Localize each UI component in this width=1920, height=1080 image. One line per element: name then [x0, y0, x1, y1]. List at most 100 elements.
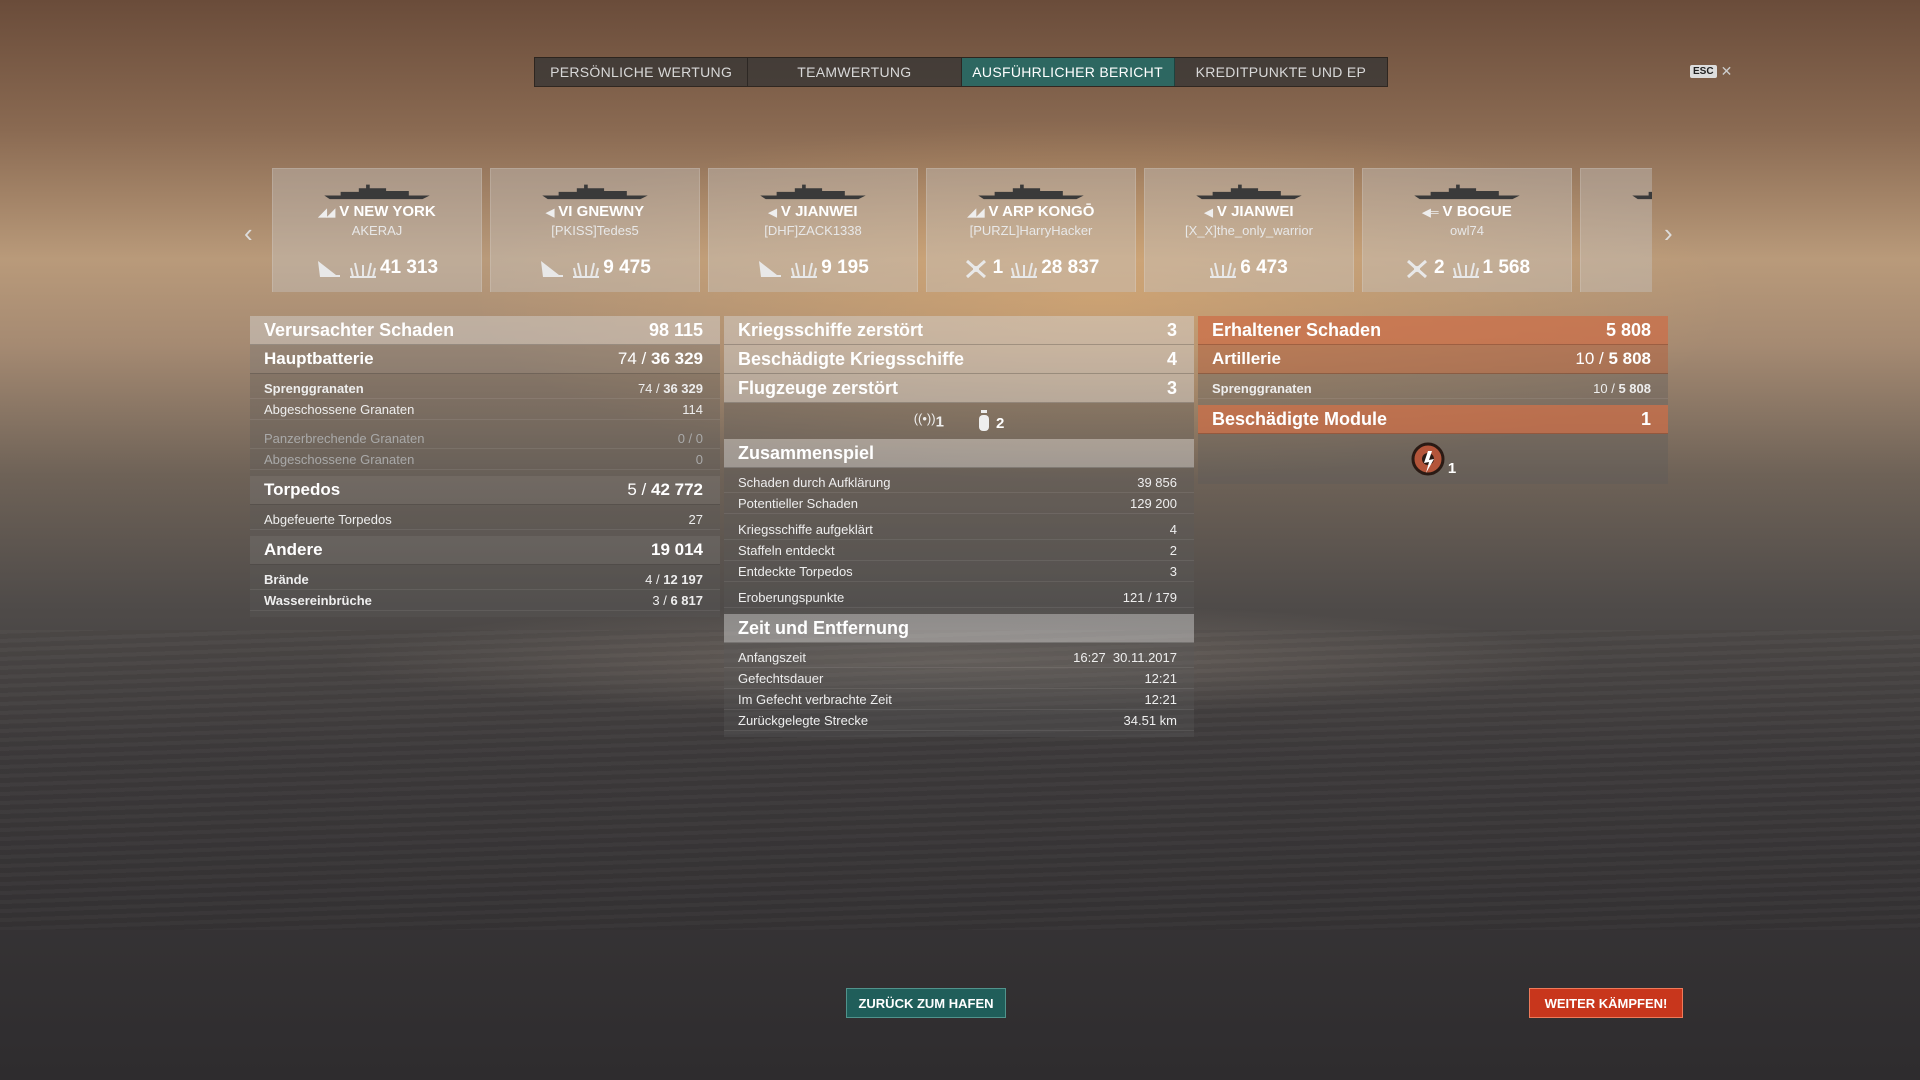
- destroyer-icon: ◀: [545, 207, 555, 219]
- ship-card[interactable]: ◢◢ V NEW YORK AKERAJ 41 313: [272, 168, 482, 292]
- ship-card[interactable]: ◀═ V BOGUE owl74 2 1 568: [1362, 168, 1572, 292]
- main-battery-row: Hauptbatterie 74 / 36 329: [250, 345, 720, 374]
- bomb-icon: 2: [978, 410, 1004, 432]
- esc-close-button[interactable]: ESC ✕: [1690, 63, 1732, 80]
- ships-spotted-row: Kriegsschiffe aufgeklärt 4: [724, 519, 1194, 540]
- ship-title: NEW YORK: [353, 203, 436, 220]
- destroyer-icon: ◀: [1204, 207, 1213, 219]
- start-time-row: Anfangszeit 16:27 30.11.2017: [724, 647, 1194, 668]
- next-arrow-icon[interactable]: ›: [1664, 218, 1673, 249]
- damage-dealt-value: 98 115: [648, 319, 703, 340]
- main-battery-label: Hauptbatterie: [264, 349, 374, 368]
- squadrons-spotted-row: Staffeln entdeckt 2: [724, 540, 1194, 561]
- destroyer-icon: ◀: [768, 207, 777, 219]
- teamplay-header: Zusammenspiel: [724, 439, 1194, 468]
- damage-dealt-header: Verursachter Schaden 98 115: [250, 316, 720, 345]
- ships-destroyed-row: Kriegsschiffe zerstört 3: [724, 316, 1194, 345]
- damage-received-label: Erhaltener Schaden: [1212, 319, 1382, 340]
- fires-row: Brände 4 / 12 197: [250, 569, 720, 590]
- damaged-modules-header: Beschädigte Module 1: [1198, 405, 1668, 434]
- ships-damaged-row: Beschädigte Kriegsschiffe 4: [724, 345, 1194, 374]
- received-he-row: Sprenggranaten 10 / 5 808: [1198, 378, 1668, 399]
- tab-team-score[interactable]: TEAMWERTUNG: [748, 58, 962, 86]
- ship-title: ARP KONGŌ: [1002, 203, 1095, 220]
- ships-destroyed-value: 3: [1166, 319, 1177, 340]
- torpedo-hit-icon: [317, 261, 340, 277]
- ship-name: ◀═ V BOGUE: [1363, 203, 1571, 220]
- player-name: [DHF]ZACK1338: [764, 223, 862, 238]
- ship-stats: 9 475: [491, 257, 699, 279]
- ship-title: JIANWEI: [1231, 203, 1294, 220]
- player-name: [I: [1581, 223, 1652, 238]
- ships-damaged-value: 4: [1166, 348, 1177, 369]
- time-distance-details: Anfangszeit 16:27 30.11.2017 Gefechtsdaue…: [724, 643, 1194, 737]
- main-battery-details: Sprenggranaten 74 / 36 329 Abgeschossene …: [250, 374, 720, 476]
- ship-tier: V: [339, 203, 350, 220]
- ship-tier: V: [988, 203, 999, 220]
- player-name: [PURZL]HarryHacker: [969, 223, 1093, 238]
- time-distance-header: Zeit und Entfernung: [724, 614, 1194, 643]
- ship-silhouette-icon: [324, 184, 430, 200]
- ap-shells-row: Panzerbrechende Granaten 0 / 0: [250, 428, 720, 449]
- ship-name: ◀: [1581, 203, 1652, 220]
- ship-tier: V: [1442, 203, 1453, 220]
- ship-card[interactable]: ◀ VI GNEWNY [PKISS]Tedes5 9 475: [490, 168, 700, 292]
- damage-value: 41 313: [379, 257, 439, 278]
- damage-icon: [791, 262, 818, 279]
- floods-row: Wassereinbrüche 3 / 6 817: [250, 590, 720, 611]
- battle-duration-row: Gefechtsdauer 12:21: [724, 668, 1194, 689]
- artillery-label: Artillerie: [1212, 349, 1281, 368]
- ship-card[interactable]: ◀ [I: [1580, 168, 1652, 292]
- spotting-damage-row: Schaden durch Aufklärung 39 856: [724, 472, 1194, 493]
- torpedo-hit-icon: [541, 261, 564, 277]
- tab-credits-xp[interactable]: KREDITPUNKTE UND EP: [1174, 58, 1387, 86]
- ship-name: ◀ V JIANWEI: [1145, 203, 1353, 220]
- engine-module-icon: 1: [1410, 441, 1456, 477]
- damage-value: 9 195: [821, 257, 869, 278]
- he-fired-row: Abgeschossene Granaten 114: [250, 399, 720, 420]
- distance-row: Zurückgelegte Strecke 34.51 km: [724, 710, 1194, 731]
- tab-detailed-report[interactable]: AUSFÜHRLICHER BERICHT: [961, 58, 1175, 86]
- ship-silhouette-icon: [1414, 184, 1520, 200]
- artillery-row: Artillerie 10 / 5 808: [1198, 345, 1668, 374]
- player-name: [PKISS]Tedes5: [551, 223, 639, 238]
- tab-personal-score[interactable]: PERSÖNLICHE WERTUNG: [535, 58, 749, 86]
- ship-tier: VI: [558, 203, 573, 220]
- ship-silhouette-icon: [978, 184, 1084, 200]
- back-to-port-button[interactable]: ZURÜCK ZUM HAFEN: [846, 988, 1006, 1018]
- close-icon: ✕: [1720, 63, 1733, 79]
- ship-tier: V: [780, 203, 791, 220]
- fighter-radio-icon: ((•))1: [913, 411, 944, 431]
- artillery-value: 10 / 5 808: [1575, 349, 1651, 368]
- damage-value: 28 837: [1041, 257, 1100, 278]
- ap-fired-row: Abgeschossene Granaten 0: [250, 449, 720, 470]
- teamplay-details: Schaden durch Aufklärung 39 856 Potentiel…: [724, 468, 1194, 614]
- ship-title: JIANWEI: [795, 203, 858, 220]
- damage-received-header: Erhaltener Schaden 5 808: [1198, 316, 1668, 345]
- torpedos-fired-row: Abgefeuerte Torpedos 27: [250, 509, 720, 530]
- ship-tier: V: [1216, 203, 1227, 220]
- other-value: 19 014: [651, 540, 703, 559]
- module-icons: 1: [1198, 434, 1668, 484]
- ship-stats: 41 313: [273, 257, 481, 279]
- he-shells-row: Sprenggranaten 74 / 36 329: [250, 378, 720, 399]
- time-in-battle-row: Im Gefecht verbrachte Zeit 12:21: [724, 689, 1194, 710]
- carrier-icon: ◀═: [1422, 207, 1439, 219]
- ships-damaged-label: Beschädigte Kriegsschiffe: [738, 348, 965, 369]
- ship-stats: 2 1 568: [1363, 257, 1571, 279]
- prev-arrow-icon[interactable]: ‹: [244, 218, 253, 249]
- damage-value: 9 475: [603, 257, 651, 278]
- other-label: Andere: [264, 540, 323, 559]
- kills-panel: Kriegsschiffe zerstört 3 Beschädigte Kri…: [724, 316, 1194, 737]
- damage-value: 1 568: [1482, 257, 1531, 278]
- torpedo-details: Abgefeuerte Torpedos 27: [250, 505, 720, 536]
- ship-card[interactable]: ◢◢ V ARP KONGŌ [PURZL]HarryHacker 1 28 83…: [926, 168, 1136, 292]
- ship-card[interactable]: ◀ V JIANWEI [X_X]the_only_warrior 6 473: [1144, 168, 1354, 292]
- ship-card[interactable]: ◀ V JIANWEI [DHF]ZACK1338 9 195: [708, 168, 918, 292]
- battleship-icon: ◢◢: [967, 207, 985, 219]
- capture-points-row: Eroberungspunkte 121 / 179: [724, 587, 1194, 608]
- ship-stats: 9 195: [709, 257, 917, 279]
- report-tabs: PERSÖNLICHE WERTUNG TEAMWERTUNG AUSFÜHRL…: [534, 57, 1388, 87]
- damaged-modules-label: Beschädigte Module: [1212, 408, 1388, 429]
- keep-fighting-button[interactable]: WEITER KÄMPFEN!: [1529, 988, 1683, 1018]
